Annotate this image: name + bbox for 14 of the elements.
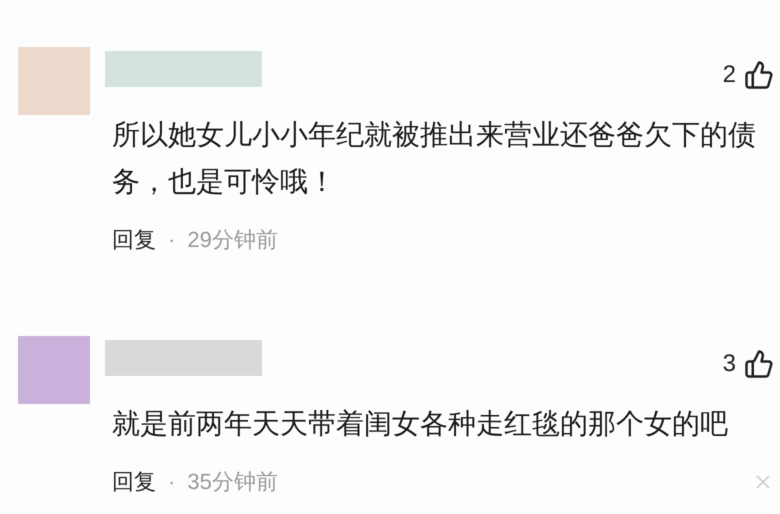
- separator-dot: ·: [168, 226, 176, 254]
- like-count: 2: [722, 60, 736, 90]
- timestamp: 29分钟前: [187, 226, 278, 254]
- avatar: [18, 47, 90, 115]
- reply-link[interactable]: 回复: [112, 223, 156, 256]
- comment-text: 就是前两年天天带着闺女各种走红毯的那个女的吧: [112, 407, 728, 441]
- avatar: [18, 336, 90, 404]
- thumbs-up-icon[interactable]: [744, 60, 774, 90]
- timestamp: 35分钟前: [187, 468, 278, 496]
- like-count: 3: [722, 349, 736, 379]
- comment-text: 所以她女儿小小年纪就被推出来营业还爸爸欠下的债 务，也是可怜哦！: [112, 118, 756, 199]
- reply-link[interactable]: 回复: [112, 465, 156, 498]
- thumbs-up-icon[interactable]: [744, 349, 774, 379]
- separator-dot: ·: [168, 468, 176, 496]
